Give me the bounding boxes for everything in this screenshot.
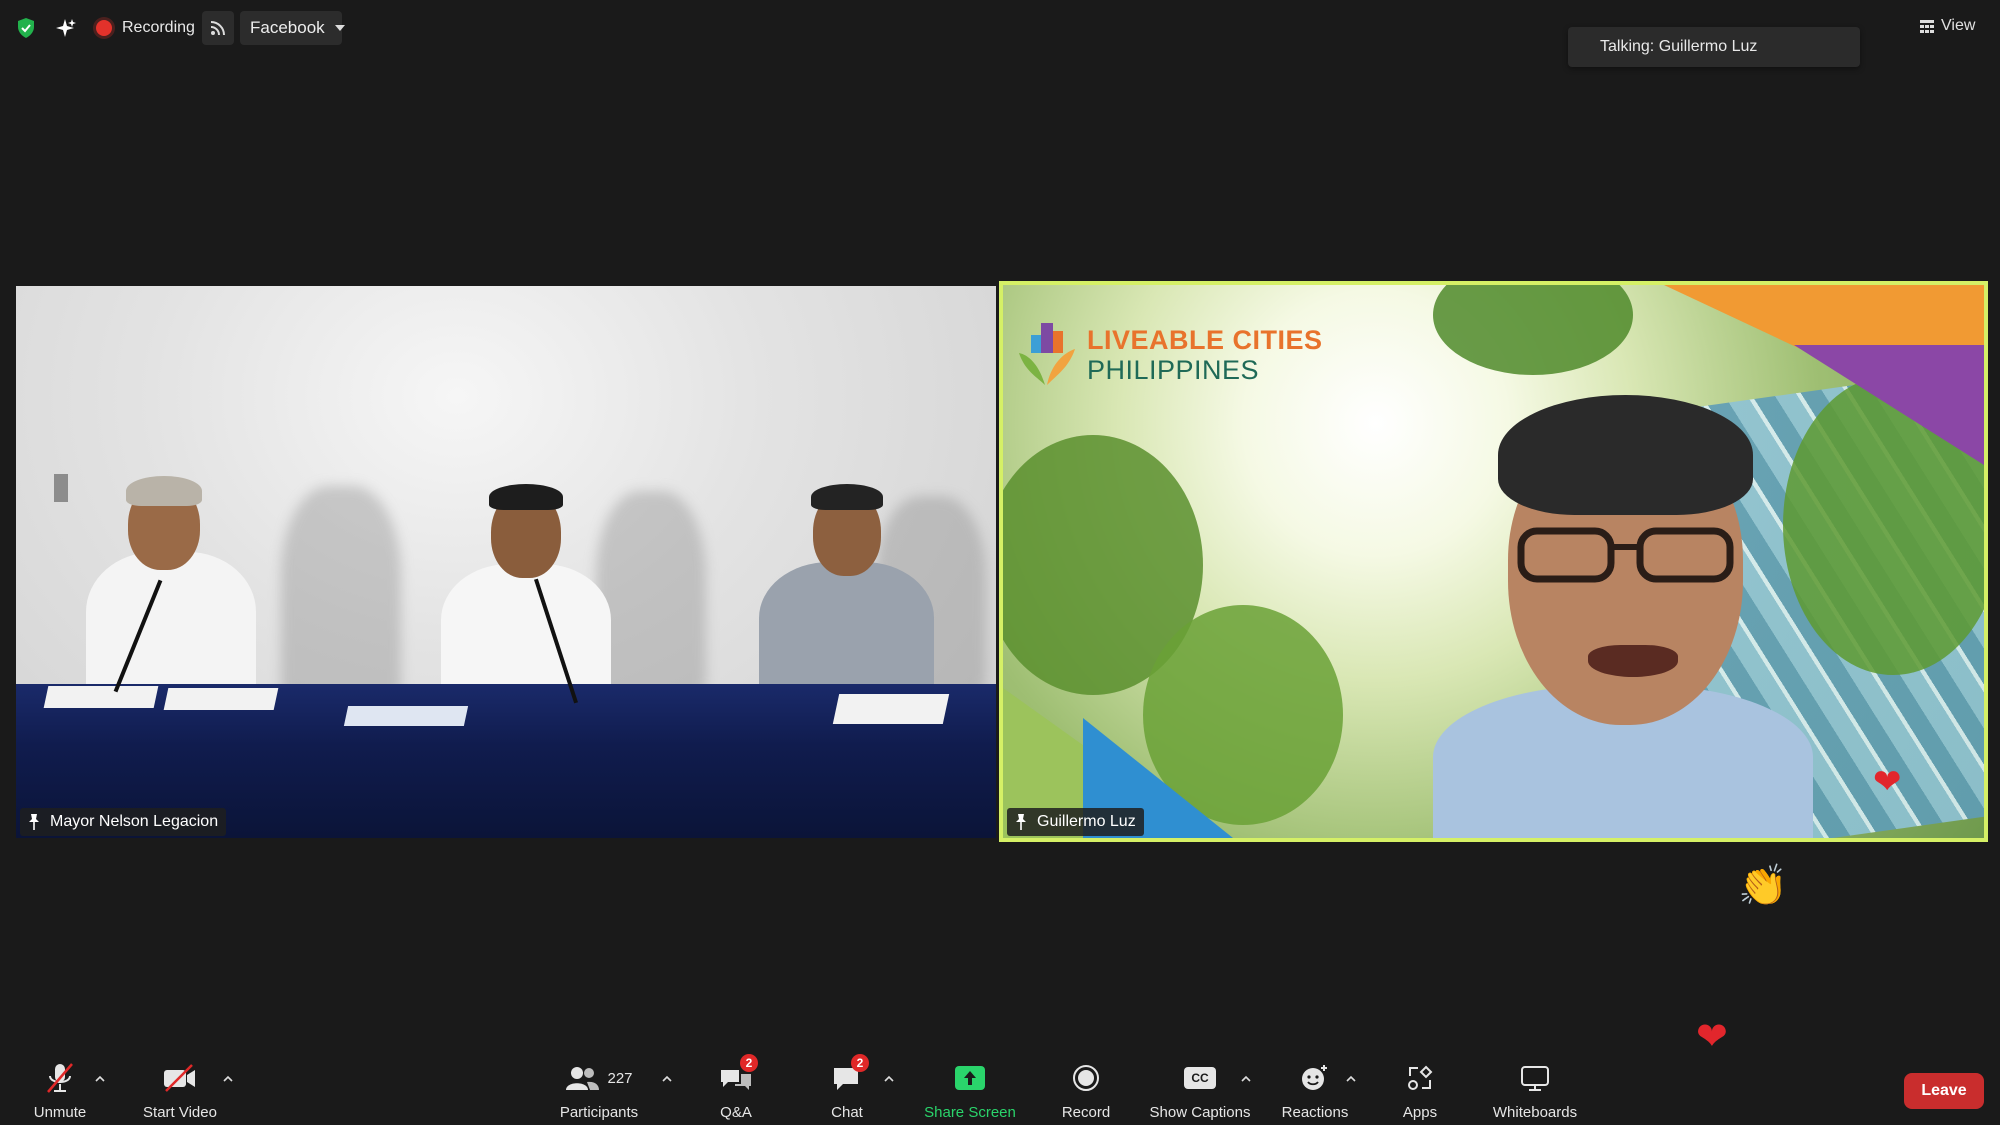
qa-label: Q&A <box>720 1104 752 1121</box>
apps-icon <box>1400 1060 1440 1096</box>
pin-icon <box>29 814 39 830</box>
closed-captions-icon: CC <box>1180 1060 1220 1096</box>
view-button[interactable]: View <box>1920 12 1984 40</box>
captions-icon-text: CC <box>1184 1067 1216 1089</box>
show-captions-label: Show Captions <box>1149 1104 1251 1121</box>
whiteboards-button[interactable]: Whiteboards <box>1490 1060 1580 1122</box>
apps-button[interactable]: Apps <box>1400 1060 1440 1122</box>
video-options-chevron-up-icon[interactable] <box>223 1074 233 1084</box>
participant-name-tag: Mayor Nelson Legacion <box>20 808 227 836</box>
reactions-smiley-icon <box>1295 1060 1335 1096</box>
wall-outlet <box>54 474 68 502</box>
chat-badge: 2 <box>851 1054 869 1072</box>
whiteboards-label: Whiteboards <box>1492 1104 1578 1121</box>
apps-label: Apps <box>1402 1104 1438 1121</box>
chat-chevron-up-icon[interactable] <box>884 1074 894 1084</box>
document-paper <box>343 706 469 726</box>
participant-person-1 <box>76 472 276 702</box>
talking-indicator: Talking: Guillermo Luz <box>1568 27 1860 67</box>
participant-person-3 <box>751 482 941 702</box>
start-video-button[interactable]: Start Video <box>140 1060 220 1122</box>
chat-bubble-icon: 2 <box>827 1054 869 1096</box>
whiteboard-icon <box>1515 1060 1555 1096</box>
reactions-chevron-up-icon[interactable] <box>1346 1074 1356 1084</box>
participants-count: 227 <box>607 1069 633 1087</box>
muted-microphone-icon <box>40 1060 80 1096</box>
wall-shadow <box>281 486 401 706</box>
share-screen-icon <box>950 1060 990 1096</box>
participants-label: Participants <box>559 1104 639 1121</box>
captions-chevron-up-icon[interactable] <box>1241 1074 1251 1084</box>
recording-dot-icon <box>96 20 112 36</box>
participant-person-2 <box>431 482 621 704</box>
logo-title-line2: PHILIPPINES <box>1087 355 1260 385</box>
chevron-down-icon <box>334 25 345 31</box>
reactions-button[interactable]: Reactions <box>1280 1060 1350 1122</box>
participants-button[interactable]: 227 Participants <box>556 1060 642 1122</box>
show-captions-button[interactable]: CC Show Captions <box>1148 1060 1252 1122</box>
record-icon <box>1066 1060 1106 1096</box>
document-paper <box>163 688 279 710</box>
qa-badge: 2 <box>740 1054 758 1072</box>
participant-name: Guillermo Luz <box>1037 813 1136 830</box>
view-label: View <box>1941 17 1976 34</box>
participants-icon-group: 227 <box>554 1060 644 1096</box>
participant-name: Mayor Nelson Legacion <box>50 813 219 830</box>
record-label: Record <box>1061 1104 1111 1121</box>
chat-button[interactable]: 2 Chat <box>827 1054 869 1122</box>
record-button[interactable]: Record <box>1061 1060 1111 1122</box>
reactions-label: Reactions <box>1281 1104 1349 1121</box>
recording-label: Recording <box>122 19 195 36</box>
document-paper <box>43 686 159 708</box>
start-video-label: Start Video <box>143 1104 217 1121</box>
liveable-cities-logo: LIVEABLE CITIES PHILIPPINES <box>1015 319 1323 391</box>
encryption-shield-icon[interactable] <box>10 12 42 44</box>
stream-target-label: Facebook <box>250 18 325 37</box>
pin-icon <box>1016 814 1026 830</box>
grid-view-icon <box>1920 19 1934 33</box>
chat-label: Chat <box>831 1104 863 1121</box>
speaker-person <box>1413 355 1833 838</box>
leave-button[interactable]: Leave <box>1904 1073 1984 1109</box>
liveable-cities-logo-mark-icon <box>1019 323 1075 385</box>
video-tile-mayor[interactable]: Mayor Nelson Legacion <box>16 286 996 838</box>
talking-indicator-label: Talking: Guillermo Luz <box>1600 38 1758 55</box>
qa-chat-bubbles-icon: 2 <box>716 1054 758 1096</box>
live-stream-icon <box>210 21 225 36</box>
qa-button[interactable]: 2 Q&A <box>716 1054 758 1122</box>
top-bar: Recording Facebook Talking: Guillermo Lu… <box>0 0 2000 67</box>
logo-title-line1: LIVEABLE CITIES <box>1087 325 1323 355</box>
participants-chevron-up-icon[interactable] <box>662 1074 672 1084</box>
recording-indicator[interactable]: Recording <box>96 12 195 44</box>
participant-name-tag: Guillermo Luz <box>1007 808 1144 836</box>
live-stream-button[interactable] <box>202 11 234 45</box>
participants-icon <box>566 1067 600 1090</box>
stream-target-dropdown[interactable]: Facebook <box>240 11 345 45</box>
share-screen-label: Share Screen <box>924 1104 1016 1121</box>
meeting-toolbar: Unmute Start Video 227 Participants 2 Q&… <box>0 1050 2000 1125</box>
unmute-button[interactable]: Unmute <box>28 1060 92 1122</box>
zoom-meeting-window: Recording Facebook Talking: Guillermo Lu… <box>0 0 2000 1125</box>
share-screen-button[interactable]: Share Screen <box>923 1060 1017 1122</box>
unmute-label: Unmute <box>33 1104 87 1121</box>
ai-companion-sparkle-icon[interactable] <box>50 12 82 44</box>
heart-reaction-icon: ❤ <box>1873 763 1902 801</box>
document-paper <box>832 694 950 724</box>
video-off-camera-icon <box>160 1060 200 1096</box>
clap-reaction-icon: 👏 <box>1738 864 1788 908</box>
audio-options-chevron-up-icon[interactable] <box>95 1074 105 1084</box>
video-tile-active-speaker[interactable]: LIVEABLE CITIES PHILIPPINES ❤ Guillermo … <box>999 281 1988 842</box>
